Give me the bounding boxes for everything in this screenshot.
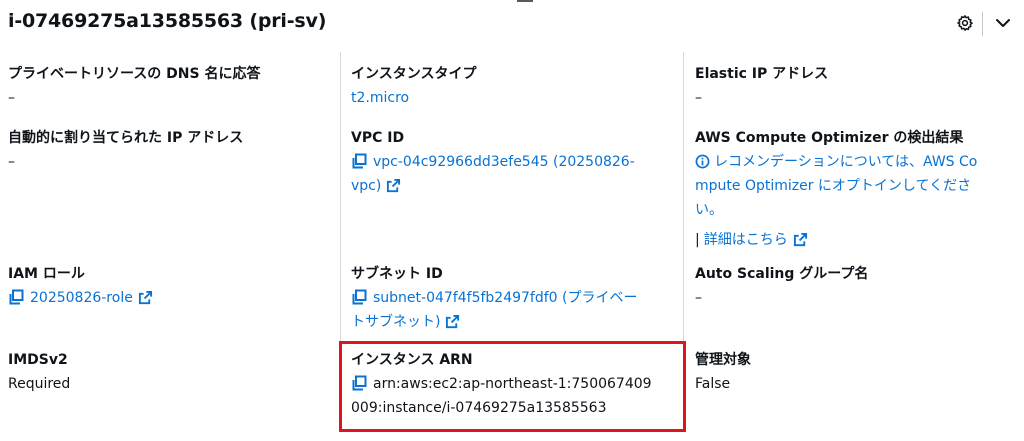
external-link-icon[interactable] (793, 232, 808, 247)
subnet-id-field: サブネット ID subnet-047f4f5fb2497fdf0 (プライベー… (351, 262, 669, 334)
drag-handle[interactable] (517, 0, 533, 2)
field-label: AWS Compute Optimizer の検出結果 (695, 130, 964, 146)
separator: | (695, 232, 700, 248)
field-label: Auto Scaling グループ名 (695, 266, 869, 282)
vpc-id-link[interactable]: vpc-04c92966dd3efe545 (20250826- (373, 154, 635, 170)
gear-icon (957, 15, 973, 31)
collapse-button[interactable] (990, 10, 1016, 36)
field-label: IAM ロール (8, 266, 85, 282)
settings-button[interactable] (952, 10, 978, 36)
elastic-ip-field: Elastic IP アドレス – (695, 62, 1019, 110)
iam-role-field: IAM ロール 20250826-role (8, 262, 328, 310)
instance-type-field: インスタンスタイプ t2.micro (351, 62, 669, 110)
subnet-id-link-cont[interactable]: トサブネット) (351, 314, 440, 330)
field-label: IMDSv2 (8, 352, 68, 368)
details-header: i-07469275a13585563 (pri-sv) (0, 6, 1024, 40)
optimizer-opt-in-link-cont[interactable]: mpute Optimizer にオプトインしてくださ (695, 178, 971, 194)
imdsv2-field: IMDSv2 Required (8, 348, 328, 396)
copy-icon[interactable] (351, 153, 367, 169)
field-value: – (8, 154, 15, 170)
field-label: サブネット ID (351, 266, 443, 282)
field-value: – (695, 90, 702, 106)
optimizer-opt-in-link[interactable]: レコメンデーションについては、AWS Co (714, 154, 977, 170)
field-label: インスタンスタイプ (351, 66, 477, 82)
field-value: – (695, 290, 702, 306)
compute-optimizer-field: AWS Compute Optimizer の検出結果 レコメンデーションについ… (695, 126, 1019, 252)
field-label: VPC ID (351, 130, 405, 146)
vpc-id-link-cont[interactable]: vpc) (351, 178, 381, 194)
instance-type-link[interactable]: t2.micro (351, 90, 409, 106)
copy-icon[interactable] (351, 289, 367, 305)
external-link-icon[interactable] (138, 290, 153, 305)
iam-role-link[interactable]: 20250826-role (30, 290, 133, 306)
field-value: Required (8, 376, 71, 392)
field-value: False (695, 376, 731, 392)
copy-icon[interactable] (8, 289, 24, 305)
instance-title: i-07469275a13585563 (pri-sv) (8, 10, 327, 32)
auto-scaling-group-field: Auto Scaling グループ名 – (695, 262, 1019, 310)
field-label: プライベートリソースの DNS 名に応答 (8, 66, 261, 82)
managed-field: 管理対象 False (695, 348, 1019, 396)
auto-ip-field: 自動的に割り当てられた IP アドレス – (8, 126, 328, 174)
highlight-box (339, 341, 686, 432)
chevron-down-icon (996, 19, 1010, 27)
external-link-icon[interactable] (386, 178, 401, 193)
header-divider (982, 12, 983, 36)
field-label: 自動的に割り当てられた IP アドレス (8, 130, 244, 146)
subnet-id-link[interactable]: subnet-047f4f5fb2497fdf0 (プライベー (373, 290, 637, 306)
field-label: 管理対象 (695, 352, 751, 368)
learn-more-link[interactable]: 詳細はこちら (704, 232, 788, 248)
field-label: Elastic IP アドレス (695, 66, 829, 82)
vpc-id-field: VPC ID vpc-04c92966dd3efe545 (20250826- … (351, 126, 669, 198)
dns-field: プライベートリソースの DNS 名に応答 – (8, 62, 328, 110)
info-icon (695, 154, 710, 169)
field-value: – (8, 90, 15, 106)
optimizer-opt-in-link-cont[interactable]: い。 (695, 202, 723, 218)
external-link-icon[interactable] (445, 314, 460, 329)
